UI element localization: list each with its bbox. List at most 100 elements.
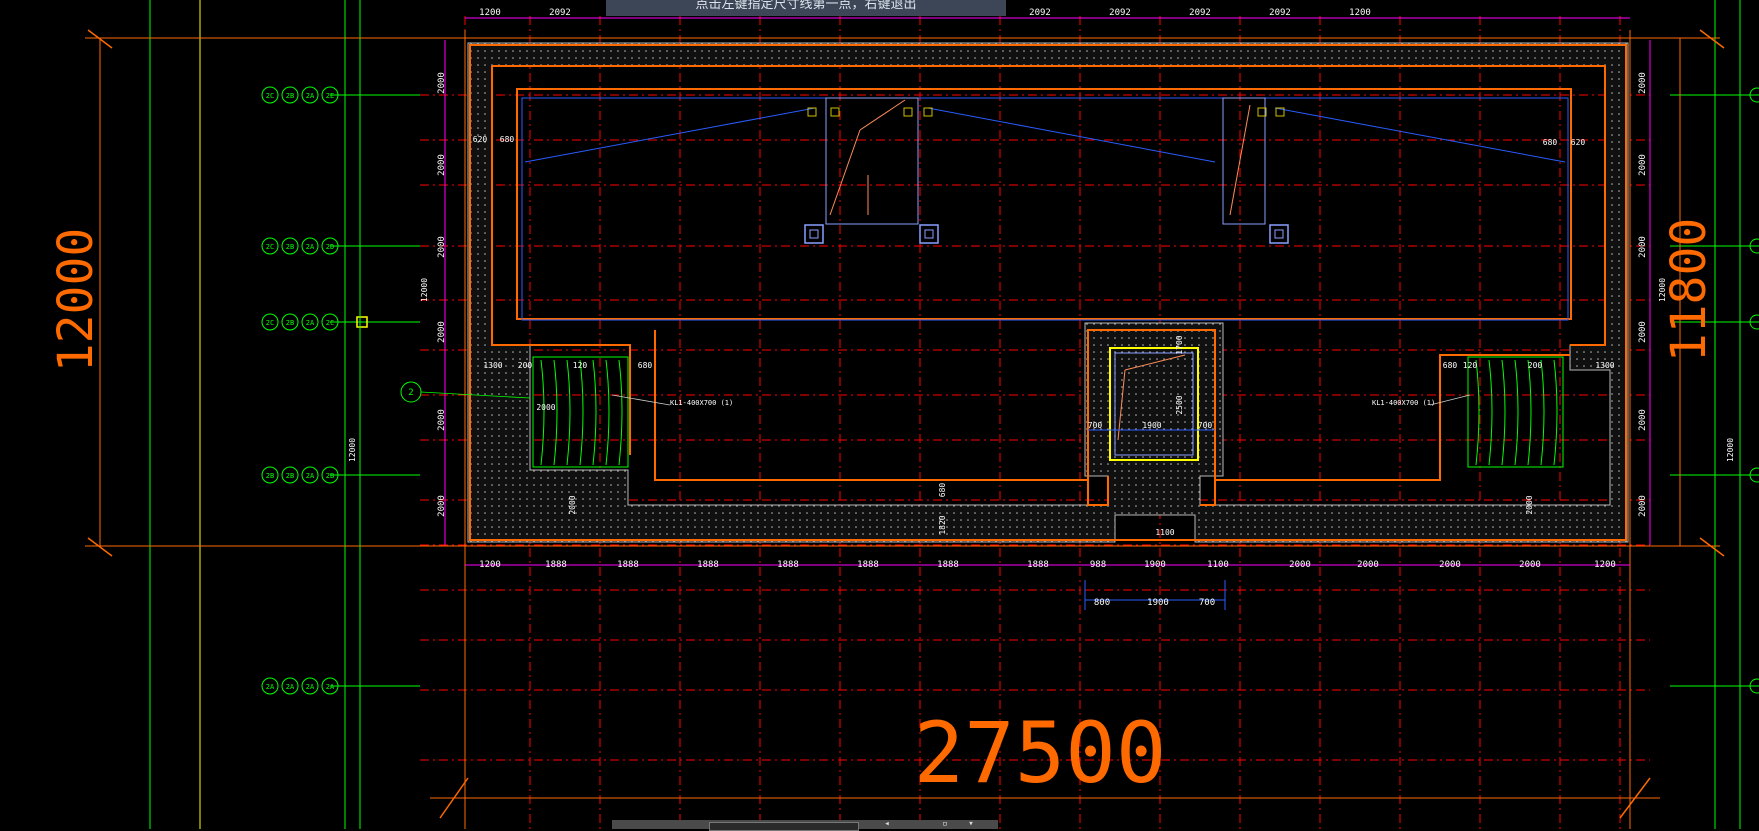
stair-line: [1540, 359, 1545, 466]
inner-dim-label: 1900: [1142, 421, 1161, 430]
left-dim-label: 2000: [437, 154, 447, 176]
inner-dim-label: 2000: [568, 495, 577, 514]
bottom-dim-label: 1888: [617, 560, 639, 570]
axis-bubble-label: 2B: [286, 472, 294, 480]
axis-bubble-label: 2A: [326, 683, 335, 691]
left-dim-label: 2000: [437, 409, 447, 431]
axis-bubble-label: 2A: [286, 683, 295, 691]
left-dim-label: 2000: [437, 236, 447, 258]
column-box: [804, 224, 824, 244]
bottom-dim-label: 2000: [1357, 560, 1379, 570]
axis-bubble-label: 2A: [306, 683, 315, 691]
ortho-toggle-icon[interactable]: ◂: [882, 820, 892, 829]
callout-right: KL1-400X700 (1): [1372, 399, 1435, 407]
bottom-dim-label: 2000: [1289, 560, 1311, 570]
inner-dim-label: 12000: [420, 278, 429, 302]
stair-line: [1527, 359, 1532, 466]
dim-tick: [1699, 29, 1725, 49]
sump-right: [1222, 97, 1266, 225]
bottom-dim-label: 1900: [1144, 560, 1166, 570]
column-inner: [924, 229, 934, 239]
inner-wall: [491, 65, 1606, 506]
inner-dim-label: 12000: [348, 438, 357, 462]
bottom-dim-label: 1100: [1207, 560, 1229, 570]
axis-bubble-label: 2A: [306, 319, 315, 327]
inner-dim-label: 120: [1463, 361, 1478, 370]
overall-height-right: 11800: [1661, 218, 1717, 363]
left-dim-label: 2000: [437, 495, 447, 517]
right-dim-label: 2000: [1638, 409, 1648, 431]
inner-dim-label: 12000: [1726, 438, 1735, 462]
column-box: [919, 224, 939, 244]
bottom-dim-label: 1888: [545, 560, 567, 570]
dim-tick: [1699, 537, 1725, 557]
stair-line: [1501, 359, 1506, 466]
overall-height-left: 12000: [48, 228, 104, 373]
right-dim-label: 2000: [1638, 72, 1648, 94]
axis-bubble-label: 2B: [286, 92, 294, 100]
command-input[interactable]: [709, 822, 859, 831]
stair-block: [532, 356, 629, 468]
overall-width-bottom: 27500: [914, 704, 1167, 802]
top-dim-label: 2092: [1109, 8, 1131, 18]
stair-line: [618, 359, 623, 466]
snap-toggle-icon[interactable]: ▫: [940, 820, 950, 829]
axis-bubble-label: 2B: [286, 243, 294, 251]
axis-bubble-label: 2A: [306, 472, 315, 480]
inner-dim-label: 1700: [1175, 335, 1184, 354]
settings-icon[interactable]: ▾: [966, 820, 976, 829]
inner-dim-label: 2500: [1175, 395, 1184, 414]
top-dim-label: 2092: [1029, 8, 1051, 18]
sub-dim-label: 700: [1199, 598, 1215, 608]
inner-dim-label: 680: [638, 361, 653, 370]
top-dim-label: 2092: [549, 8, 571, 18]
inner-dim-label: 1100: [1155, 528, 1174, 537]
axis-bubble-label: 2B: [266, 472, 274, 480]
outer-wall: [469, 44, 1627, 541]
bottom-dim-label: 1888: [697, 560, 719, 570]
bottom-dim-label: 1888: [777, 560, 799, 570]
wall-outline: [469, 44, 1627, 541]
inner-dim-label: 700: [1198, 421, 1213, 430]
stair-line: [1514, 359, 1519, 466]
ramp-line: [1229, 104, 1251, 216]
stair-line: [566, 359, 571, 466]
inner-dim-label: 120: [573, 361, 588, 370]
ramp-line: [859, 99, 906, 131]
pit-outline: [516, 88, 1572, 320]
inner-dim-label: 2000: [536, 403, 555, 412]
sub-dim-label: 800: [1094, 598, 1110, 608]
left-dim-label: 2000: [437, 72, 447, 94]
stair-line: [592, 359, 597, 466]
top-dim-label: 1200: [1349, 8, 1371, 18]
cad-drawing-canvas[interactable]: 2C 2B 2A 2E 2C 2B 2A 2D 2C 2B 2A 2C 2B 2B 2A 2B 2A 2A 2A 2A…: [0, 0, 1759, 829]
ramp-line: [829, 129, 861, 216]
command-prompt: 点击左键指定尺寸线第一点，右键退出: [606, 0, 1006, 16]
bottom-dim-label: 1200: [479, 560, 501, 570]
bottom-dim-label: 988: [1090, 560, 1106, 570]
inner-dim-label: 680: [938, 483, 947, 498]
leader-line: [611, 394, 671, 406]
axis-bubble-label: 2B: [326, 472, 334, 480]
right-dim-label: 2000: [1638, 236, 1648, 258]
inner-dim-label: 1300: [483, 361, 502, 370]
stair-line: [605, 359, 610, 466]
column-box: [1269, 224, 1289, 244]
right-dim-label: 2000: [1638, 154, 1648, 176]
stair-block: [1467, 356, 1564, 468]
bottom-dim-label: 2000: [1519, 560, 1541, 570]
axis-bubble-label: 2C: [326, 319, 334, 327]
inner-dim-label: 620: [473, 135, 488, 144]
foundation-slab: [467, 42, 1629, 543]
axis-bubble-label: 2C: [266, 243, 274, 251]
bottom-dim-label: 1888: [937, 560, 959, 570]
inner-dim-label: 200: [518, 361, 533, 370]
stair-line: [540, 359, 545, 466]
column-inner: [1274, 229, 1284, 239]
inner-dim-label: 680: [500, 135, 515, 144]
axis-bubble-label: 2A: [306, 92, 315, 100]
slope-line: [524, 107, 816, 163]
inner-dim-label: 620: [1571, 138, 1586, 147]
pipe-marker: [903, 107, 913, 117]
right-dim-label: 2000: [1638, 495, 1648, 517]
